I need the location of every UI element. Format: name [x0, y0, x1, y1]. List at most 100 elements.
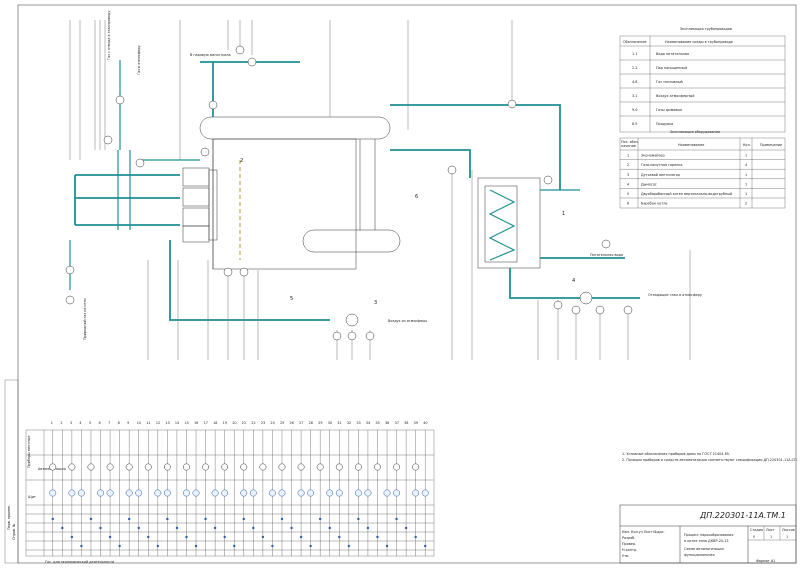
panel-instrument [354, 489, 362, 497]
panel-instrument [211, 489, 219, 497]
column-number: 23 [261, 421, 265, 425]
column-number: 27 [299, 421, 303, 425]
instrument-circle [553, 300, 563, 310]
burner-2 [182, 187, 210, 207]
signal-dot [309, 544, 312, 548]
sheets-value: 1 [786, 535, 788, 539]
signal-dot [242, 517, 245, 521]
panel-instrument [68, 489, 76, 497]
instrument-circle [208, 100, 218, 110]
signal-dot [204, 517, 207, 521]
local-instrument [240, 463, 248, 471]
sheet-value: 1 [770, 535, 772, 539]
local-instrument [87, 463, 95, 471]
equipment-name: Дымосос [641, 182, 657, 186]
equipment-pos: 4 [627, 182, 629, 186]
panel-instrument [97, 489, 104, 497]
local-instrument [393, 463, 401, 471]
instrument-circle [601, 239, 611, 249]
furnace-body [212, 138, 357, 270]
instrument-circle [65, 295, 75, 305]
pos-3: 3 [374, 300, 377, 306]
role-control: Н.контр. [622, 548, 637, 552]
pipeline-medium: Продувка [656, 122, 673, 126]
stage-label: Стадия [750, 528, 763, 532]
pos-5: 5 [290, 296, 293, 302]
column-number: 14 [175, 421, 179, 425]
column-number: 19 [223, 421, 227, 425]
drawing-canvas: Перв. примен. Справ. № В паровую магистр… [4, 4, 798, 564]
column-number: 15 [184, 421, 188, 425]
sheet-frame [17, 4, 797, 564]
burner-4 [182, 225, 210, 243]
column-number: 17 [204, 421, 208, 425]
column-number: 8 [118, 421, 120, 425]
local-instrument [49, 463, 57, 471]
equip-col-name: Наименование [678, 143, 704, 147]
panel-instrument [364, 489, 372, 497]
role-approved: Утв. [622, 554, 629, 558]
panel-instrument [240, 489, 248, 497]
signal-dot [70, 535, 74, 539]
column-number: 10 [137, 421, 141, 425]
instrument-circle [507, 99, 517, 109]
note-1: 1. Условные обозначения приборов даны по… [622, 452, 730, 456]
instrument-circle [332, 331, 342, 341]
drawing-title-1: Процесс пароообразования [684, 533, 733, 537]
panel-instrument [192, 489, 200, 497]
drawing-title-3: Схема автоматизации [684, 547, 724, 551]
panel-instrument [249, 489, 257, 497]
column-number: 6 [99, 421, 101, 425]
column-number: 31 [337, 421, 341, 425]
instrument-circle [543, 175, 553, 185]
column-number: 40 [423, 421, 427, 425]
role-checked: Провер. [622, 542, 636, 546]
panel-instrument [125, 489, 133, 497]
equip-col-qty: Кол. [743, 143, 751, 147]
signal-dot [338, 535, 341, 539]
margin-text-2: Справ. № [12, 523, 16, 540]
column-number: 21 [242, 421, 246, 425]
pipelines-legend: Экспликация трубопроводов Обозначение На… [619, 27, 786, 133]
pipelines-legend-title: Экспликация трубопроводов [680, 27, 732, 31]
panel-instrument [221, 489, 229, 497]
pos-2: 2 [240, 158, 243, 164]
local-instrument [335, 463, 343, 471]
role-changes: Изм. Кол.уч Лист №док. [622, 530, 665, 534]
signal-dot [99, 526, 102, 530]
pipeline-code: 3.1 [632, 94, 637, 98]
panel-instrument [278, 489, 286, 497]
column-number: 13 [165, 421, 169, 425]
instrument-circle [239, 267, 249, 277]
equip-col-pos-2: начение [621, 144, 636, 148]
signal-dot [51, 517, 54, 521]
column-number: 20 [232, 421, 236, 425]
burner-1 [182, 167, 210, 187]
local-instrument [316, 463, 324, 471]
equipment-name: Двухбарабанный котел вертикально-водотру… [641, 192, 732, 196]
local-instrument [163, 463, 171, 471]
column-number: 22 [251, 421, 255, 425]
column-number: 18 [213, 421, 217, 425]
column-number: 29 [318, 421, 322, 425]
local-instrument [259, 463, 267, 471]
pipeline-medium: Газ топливный [656, 80, 683, 84]
fan-symbol [579, 291, 593, 305]
label-air-from-atm: Воздух из атмосферы [388, 319, 427, 323]
column-number: 38 [404, 421, 408, 425]
equipment-name: Дутьевой вентилятор [641, 173, 680, 177]
drawing-title-4: функциональная [684, 553, 715, 557]
instrument-circle [135, 158, 145, 168]
column-number: 11 [146, 421, 150, 425]
signal-dot [223, 535, 226, 539]
column-number: 28 [309, 421, 313, 425]
equip-col-note: Примечание [760, 143, 782, 147]
pipeline-medium: Пар насыщенный [656, 66, 687, 70]
signal-dot [328, 526, 331, 530]
local-instrument [144, 463, 152, 471]
signal-dot [424, 544, 427, 548]
equipment-name: Экономайзер [641, 154, 665, 158]
instrument-circle [365, 331, 375, 341]
column-number: 37 [395, 421, 399, 425]
label-feed-water: Питательная вода [590, 253, 623, 257]
